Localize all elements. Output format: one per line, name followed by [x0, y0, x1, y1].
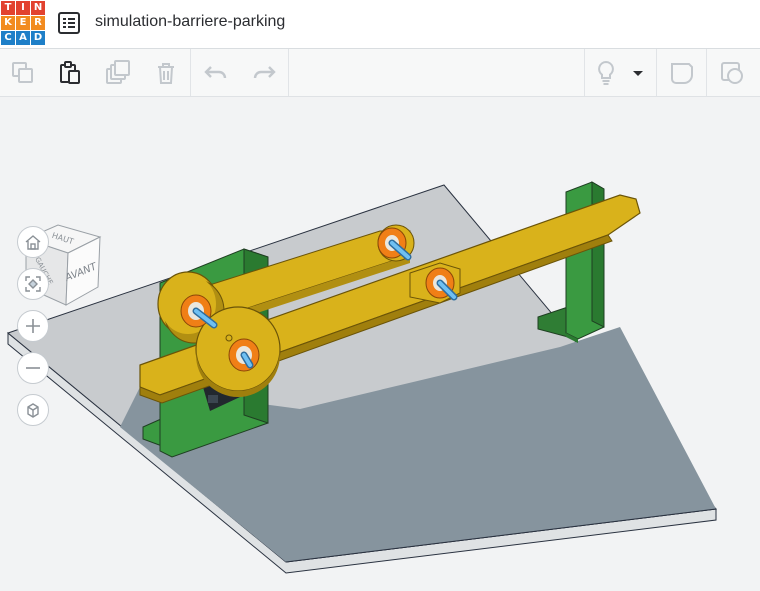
edit-toolbar	[0, 49, 760, 97]
tinkercad-logo[interactable]: T I N K E R C A D	[0, 0, 45, 45]
logo-letter: I	[16, 1, 30, 15]
fit-view-icon	[25, 276, 41, 292]
toolbar-separator	[288, 49, 289, 96]
scene-canvas	[6, 181, 717, 574]
toolbar-separator	[656, 49, 657, 96]
logo-letter: D	[31, 31, 45, 45]
logo-letter: C	[1, 31, 15, 45]
undo-button[interactable]	[202, 59, 230, 87]
design-list-icon[interactable]	[58, 12, 80, 34]
toolbar-separator	[584, 49, 585, 96]
undo-icon	[204, 66, 227, 79]
copy-icon	[12, 62, 33, 83]
perspective-button[interactable]	[17, 394, 49, 426]
paste-icon	[60, 61, 80, 84]
top-header: T I N K E R C A D simulation-barriere-pa…	[0, 0, 760, 49]
delete-icon	[158, 63, 174, 84]
light-dropdown-button[interactable]	[628, 59, 648, 87]
perspective-icon	[27, 403, 39, 418]
logo-letter: N	[31, 1, 45, 15]
zoom-in-button[interactable]	[17, 310, 49, 342]
lightbulb-button[interactable]	[592, 59, 620, 87]
paste-button[interactable]	[56, 59, 84, 87]
shape-generator-icon	[721, 62, 743, 84]
logo-letter: E	[16, 16, 30, 30]
toolbar-separator	[706, 49, 707, 96]
redo-button[interactable]	[250, 59, 278, 87]
duplicate-icon	[106, 60, 130, 84]
delete-button[interactable]	[152, 59, 180, 87]
pivot-bearing[interactable]	[425, 267, 458, 301]
dropdown-caret-icon	[633, 71, 643, 76]
toolbar-separator	[190, 49, 191, 96]
lightbulb-icon	[598, 60, 614, 85]
logo-letter: K	[1, 16, 15, 30]
duplicate-button[interactable]	[104, 59, 132, 87]
redo-icon	[253, 66, 276, 79]
zoom-out-icon	[26, 367, 40, 369]
home-view-button[interactable]	[17, 226, 49, 258]
logo-letter: R	[31, 16, 45, 30]
zoom-out-button[interactable]	[17, 352, 49, 384]
3d-workspace[interactable]: HAUT GAUCHE AVANT	[0, 97, 760, 591]
logo-letter: T	[1, 1, 15, 15]
note-shape-icon	[671, 63, 693, 84]
fit-view-button[interactable]	[17, 268, 49, 300]
shape-generator-button[interactable]	[718, 59, 746, 87]
zoom-in-icon	[26, 319, 40, 333]
note-button[interactable]	[668, 59, 696, 87]
logo-letter: A	[16, 31, 30, 45]
copy-button[interactable]	[9, 59, 37, 87]
home-view-icon	[25, 235, 41, 250]
design-title[interactable]: simulation-barriere-parking	[95, 13, 285, 31]
